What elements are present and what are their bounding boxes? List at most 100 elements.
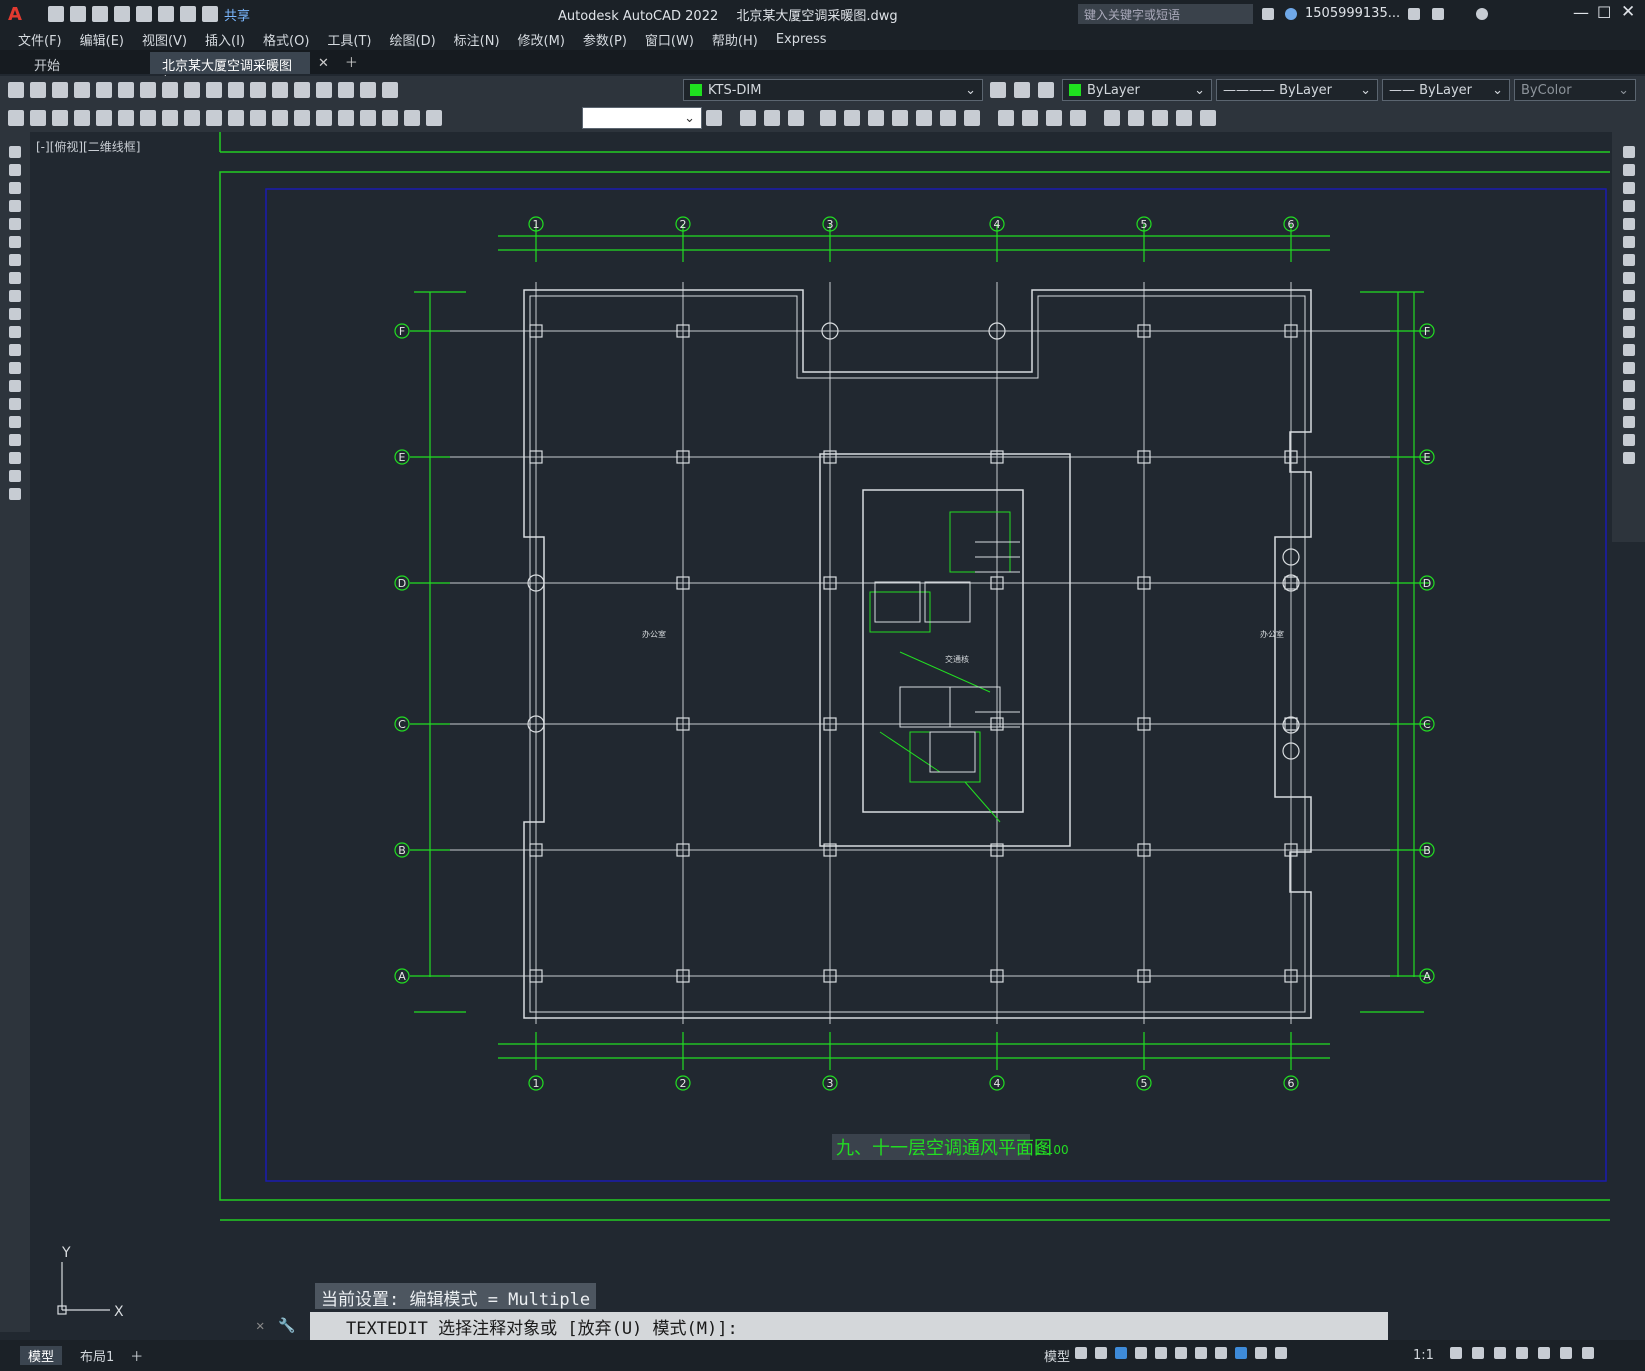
annotation-scale[interactable]: 1:1 — [1405, 1348, 1442, 1363]
add-layout-icon[interactable]: ＋ — [122, 1346, 151, 1365]
plotstyle-select[interactable]: ByColor ⌄ — [1514, 79, 1636, 101]
auto-scale-icon[interactable] — [1255, 1347, 1267, 1359]
annotation-visibility-icon[interactable] — [1235, 1347, 1247, 1359]
view-icon-5[interactable] — [844, 110, 860, 126]
dim-ordinate-icon[interactable] — [74, 110, 90, 126]
dimstyle-select[interactable]: ⌄ — [582, 107, 702, 129]
save-icon[interactable] — [52, 82, 68, 98]
tab-model[interactable]: 模型 — [20, 1346, 63, 1365]
add-selected-icon[interactable] — [9, 488, 21, 500]
menu-modify[interactable]: 修改(M) — [518, 30, 565, 49]
clean-screen-icon[interactable] — [1538, 1347, 1550, 1359]
view-icon-18[interactable] — [1176, 110, 1192, 126]
model-space-button[interactable]: 模型 — [1036, 1346, 1078, 1365]
plot-icon[interactable] — [158, 6, 174, 22]
dim-style-icon[interactable] — [706, 110, 722, 126]
extend-icon[interactable] — [1622, 326, 1635, 338]
save-icon[interactable] — [92, 6, 108, 22]
workspace-gear-icon[interactable] — [1450, 1347, 1462, 1359]
trim-icon[interactable] — [1622, 308, 1635, 320]
lineweight-select[interactable]: —— ByLayer ⌄ — [1382, 79, 1510, 101]
undo-icon[interactable] — [228, 82, 244, 98]
line-icon[interactable] — [9, 146, 21, 158]
cart-icon[interactable] — [1408, 8, 1420, 20]
ellipse-icon[interactable] — [9, 308, 21, 320]
menu-draw[interactable]: 绘图(D) — [390, 30, 436, 49]
customize-menu-icon[interactable] — [1582, 1347, 1594, 1359]
circle-icon[interactable] — [9, 254, 21, 266]
pan-icon[interactable] — [272, 82, 288, 98]
ellipse-arc-icon[interactable] — [9, 326, 21, 338]
user-icon[interactable] — [1285, 8, 1297, 20]
menu-express[interactable]: Express — [776, 32, 827, 47]
otrack-icon[interactable] — [1175, 1347, 1187, 1359]
command-customize-icon[interactable]: 🔧 — [278, 1318, 295, 1334]
view-icon-1[interactable] — [740, 110, 756, 126]
dim-arc-icon[interactable] — [52, 110, 68, 126]
inspect-icon[interactable] — [338, 110, 354, 126]
insert-block-icon[interactable] — [9, 344, 21, 356]
dim-linear-icon[interactable] — [8, 110, 24, 126]
command-close-icon[interactable]: ✕ — [256, 1318, 264, 1334]
view-icon-8[interactable] — [916, 110, 932, 126]
chamfer-icon[interactable] — [1622, 398, 1635, 410]
save-as-icon[interactable] — [114, 6, 130, 22]
rectangle-icon[interactable] — [9, 218, 21, 230]
menu-tools[interactable]: 工具(T) — [327, 30, 371, 49]
tab-layout1[interactable]: 布局1 — [72, 1346, 122, 1365]
polyline-icon[interactable] — [9, 182, 21, 194]
table-icon[interactable] — [9, 452, 21, 464]
copy-icon[interactable] — [162, 82, 178, 98]
dim-jogged-icon[interactable] — [118, 110, 134, 126]
menu-window[interactable]: 窗口(W) — [645, 30, 694, 49]
view-icon-3[interactable] — [788, 110, 804, 126]
design-center-icon[interactable] — [338, 82, 354, 98]
drawing-canvas[interactable]: [-][俯视][二维线框] 1 1 2 2 3 3 4 4 5 5 6 6 F … — [30, 132, 1610, 1332]
view-icon-14[interactable] — [1070, 110, 1086, 126]
make-block-icon[interactable] — [9, 362, 21, 374]
array-icon[interactable] — [1622, 218, 1635, 230]
explode-icon[interactable] — [1622, 452, 1635, 464]
view-icon-6[interactable] — [868, 110, 884, 126]
dim-break-icon[interactable] — [272, 110, 288, 126]
publish-icon[interactable] — [118, 82, 134, 98]
command-line[interactable]: ✕ 🔧 TEXTEDIT 选择注释对象或 [放弃(U) 模式(M)]: — [256, 1312, 1388, 1340]
web-icon[interactable] — [136, 6, 152, 22]
tab-start[interactable]: 开始 — [0, 52, 150, 74]
break-icon[interactable] — [1622, 362, 1635, 374]
open-icon[interactable] — [70, 6, 86, 22]
hatch-icon[interactable] — [9, 398, 21, 410]
view-icon-12[interactable] — [1022, 110, 1038, 126]
tab-close-icon[interactable]: ✕ — [310, 53, 337, 74]
qnew-icon[interactable] — [8, 82, 24, 98]
view-icon-2[interactable] — [764, 110, 780, 126]
dim-diameter-icon[interactable] — [140, 110, 156, 126]
view-icon-4[interactable] — [820, 110, 836, 126]
copy-object-icon[interactable] — [1622, 164, 1635, 176]
region-icon[interactable] — [9, 434, 21, 446]
zoom-icon[interactable] — [294, 82, 310, 98]
view-icon-17[interactable] — [1152, 110, 1168, 126]
menu-insert[interactable]: 插入(I) — [205, 30, 245, 49]
menu-view[interactable]: 视图(V) — [142, 30, 187, 49]
move-icon[interactable] — [1622, 236, 1635, 248]
dim-text-edit-icon[interactable] — [404, 110, 420, 126]
new-tab-icon[interactable]: ＋ — [337, 49, 366, 74]
hardware-accel-icon[interactable] — [1516, 1347, 1528, 1359]
view-icon-7[interactable] — [892, 110, 908, 126]
dim-baseline-icon[interactable] — [206, 110, 222, 126]
open-icon[interactable] — [30, 82, 46, 98]
mtext-icon[interactable] — [9, 470, 21, 482]
cut-icon[interactable] — [140, 82, 156, 98]
jogged-linear-icon[interactable] — [360, 110, 376, 126]
layer-previous-icon[interactable] — [990, 82, 1006, 98]
view-icon-9[interactable] — [940, 110, 956, 126]
view-icon-16[interactable] — [1128, 110, 1144, 126]
close-icon[interactable]: ✕ — [1621, 2, 1635, 22]
view-icon-19[interactable] — [1200, 110, 1216, 126]
menu-file[interactable]: 文件(F) — [18, 30, 62, 49]
break-point-icon[interactable] — [1622, 344, 1635, 356]
fullscreen-icon[interactable] — [1560, 1347, 1572, 1359]
menu-format[interactable]: 格式(O) — [263, 30, 309, 49]
layer-manager-icon[interactable] — [382, 82, 398, 98]
